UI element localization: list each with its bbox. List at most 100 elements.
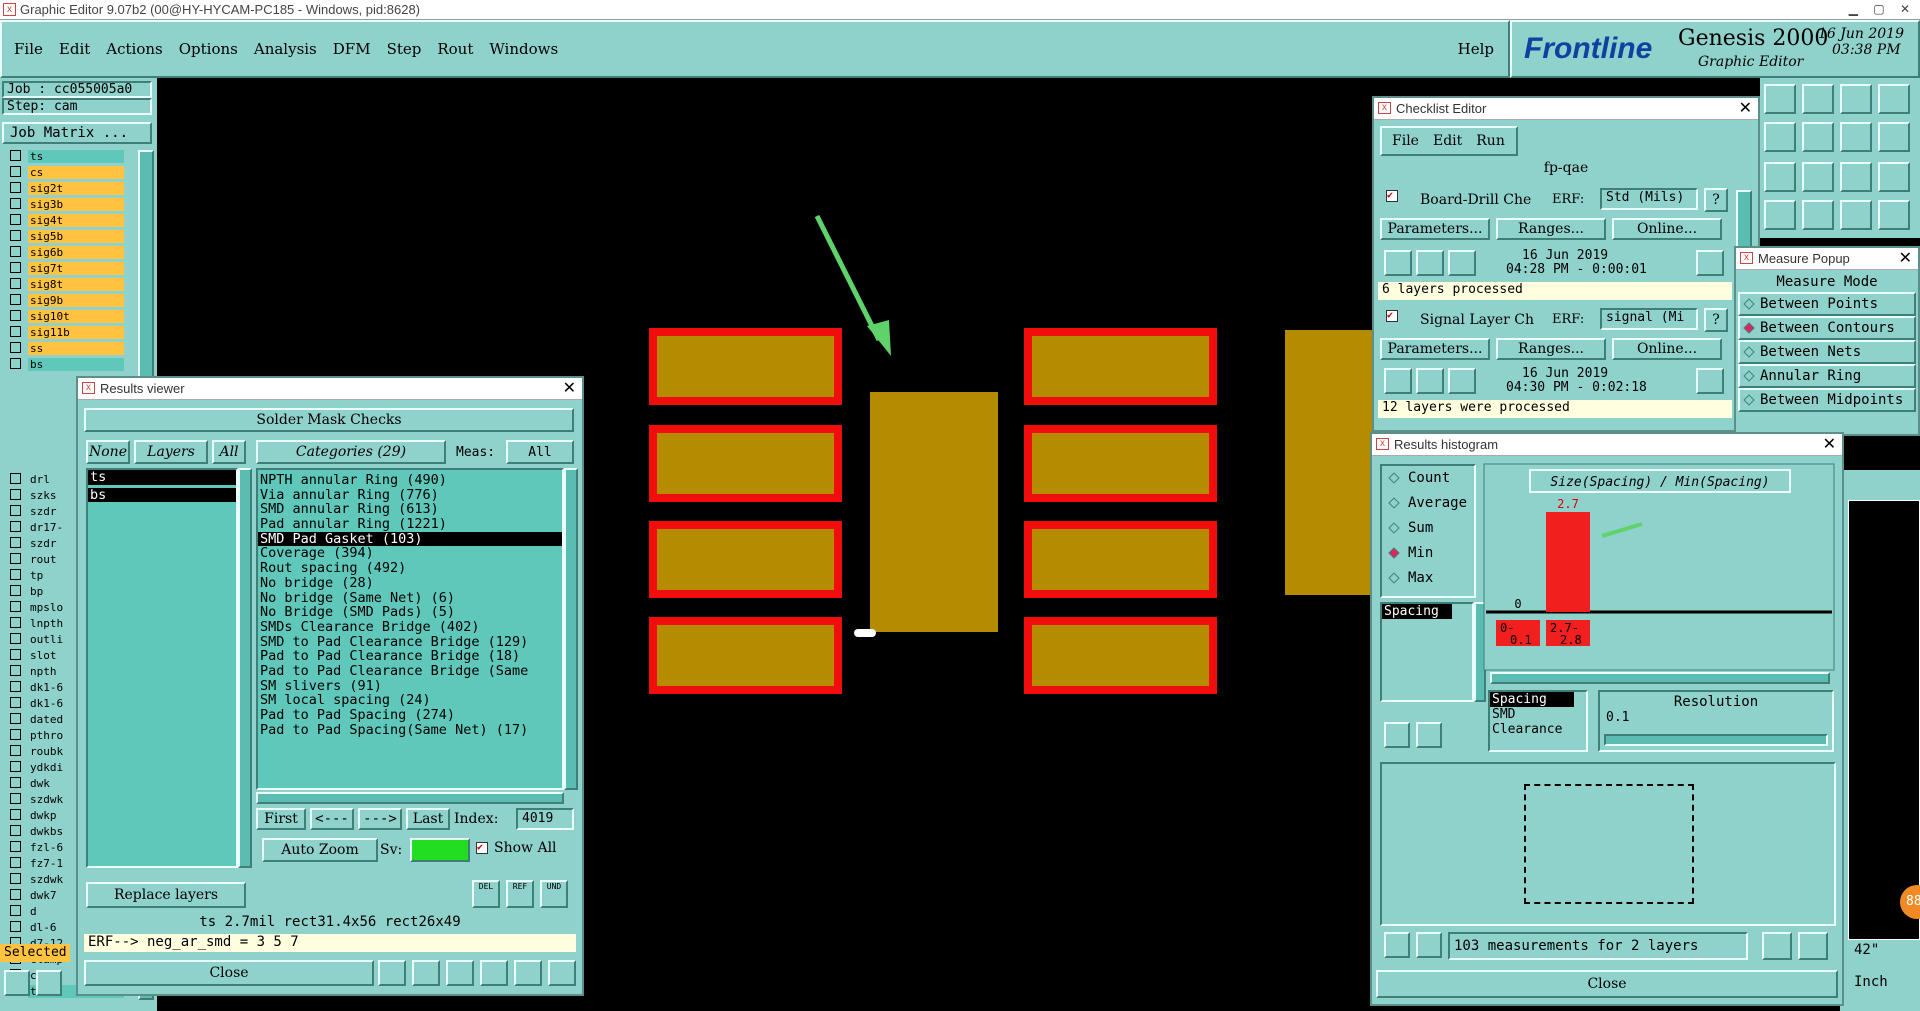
close-icon[interactable]: ✕ (563, 378, 576, 398)
layer-checkbox[interactable] (10, 246, 21, 257)
resolution-slider[interactable] (1604, 734, 1828, 746)
job-matrix-button[interactable]: Job Matrix ... (2, 122, 152, 144)
parameters-button[interactable]: Parameters... (1380, 218, 1490, 240)
layer-select-list[interactable]: ts bs (86, 468, 238, 868)
layer-checkbox[interactable] (10, 505, 21, 516)
last-button[interactable]: Last (406, 808, 450, 830)
layer-checkbox[interactable] (10, 921, 21, 932)
layer-checkbox[interactable] (10, 761, 21, 772)
layer-row[interactable]: sig4t (28, 214, 124, 227)
toolbar-icon[interactable] (1878, 162, 1910, 192)
toolbar-icon[interactable] (1764, 122, 1796, 152)
layer-checkbox[interactable] (10, 278, 21, 289)
check2-checkbox[interactable]: ✔ (1386, 310, 1398, 322)
histogram-bar[interactable] (1546, 512, 1590, 612)
layer-checkbox[interactable] (10, 569, 21, 580)
category-item[interactable]: Pad to Pad Spacing (274) (258, 708, 562, 723)
tool-icon[interactable] (1798, 932, 1828, 960)
del-icon[interactable]: DEL (472, 880, 500, 908)
layer-checkbox[interactable] (10, 198, 21, 209)
toolbar-icon[interactable] (1840, 200, 1872, 230)
layer-checkbox[interactable] (10, 905, 21, 916)
layer-checkbox[interactable] (10, 182, 21, 193)
histogram-mode[interactable]: Min (1382, 545, 1474, 570)
window-controls[interactable]: ▁ ▢ ✕ (1849, 0, 1916, 19)
category-item[interactable]: No bridge (Same Net) (6) (258, 590, 562, 606)
layer-checkbox[interactable] (10, 713, 21, 724)
layer-checkbox[interactable] (10, 553, 21, 564)
layer-checkbox[interactable] (10, 857, 21, 868)
close-icon[interactable]: ✕ (1899, 248, 1912, 268)
close-button[interactable]: Close (84, 960, 374, 986)
layer-row[interactable]: sig7t (28, 262, 124, 275)
category-item[interactable]: SMD annular Ring (613) (258, 502, 562, 517)
categories-button[interactable]: Categories (29) (256, 440, 446, 464)
close-button[interactable]: Close (1376, 970, 1838, 998)
run-icon[interactable] (1448, 368, 1476, 394)
ranges-button[interactable]: Ranges... (1496, 218, 1606, 240)
parameters-button[interactable]: Parameters... (1380, 338, 1490, 360)
measure-option[interactable]: Annular Ring (1738, 364, 1916, 388)
layer-checkbox[interactable] (10, 841, 21, 852)
next-button[interactable]: ---> (358, 808, 402, 830)
layer-checkbox[interactable] (10, 230, 21, 241)
category-item[interactable]: Via annular Ring (776) (258, 487, 562, 503)
show-all-checkbox[interactable]: ✔ (476, 842, 488, 854)
del-icon[interactable] (1384, 932, 1410, 958)
measure-option[interactable]: Between Nets (1738, 340, 1916, 364)
layer-checkbox[interactable] (10, 537, 21, 548)
category-item[interactable]: SMDs Clearance Bridge (402) (258, 620, 562, 635)
menu-run[interactable]: Run (1476, 133, 1505, 149)
close-icon[interactable]: ✕ (1823, 434, 1836, 454)
menu-help[interactable]: Help (1458, 40, 1494, 58)
layer-checkbox[interactable] (10, 633, 21, 644)
histogram-hscrollbar[interactable] (1490, 672, 1830, 684)
histogram-mode[interactable]: Max (1382, 570, 1474, 595)
first-button[interactable]: First (256, 808, 306, 830)
measure-option[interactable]: Between Points (1738, 292, 1916, 316)
layer-checkbox[interactable] (10, 262, 21, 273)
sv-color-select[interactable] (410, 838, 470, 862)
list-item[interactable]: SMD (1490, 707, 1586, 722)
histogram-list[interactable]: Spacing (1380, 602, 1474, 702)
layer-row[interactable]: sig11b (28, 326, 124, 339)
layer-checkbox[interactable] (10, 166, 21, 177)
tool-icon[interactable] (1762, 932, 1792, 960)
menu-actions[interactable]: Actions (106, 40, 162, 58)
layer-checkbox[interactable] (10, 697, 21, 708)
tool-icon[interactable] (514, 960, 542, 986)
zoom-icon[interactable] (1696, 368, 1724, 394)
layer-checkbox[interactable] (10, 665, 21, 676)
layer-checkbox[interactable] (10, 358, 21, 369)
category-item[interactable]: Pad to Pad Spacing(Same Net) (17) (258, 722, 562, 738)
meas-select[interactable]: All (506, 440, 574, 464)
zoom-icon[interactable] (1696, 250, 1724, 276)
ranges-button[interactable]: Ranges... (1496, 338, 1606, 360)
layer-row[interactable]: ts (28, 150, 124, 163)
list-item[interactable]: bs (88, 487, 236, 503)
toolbar-icon[interactable] (1840, 84, 1872, 114)
menu-dfm[interactable]: DFM (333, 40, 371, 58)
layer-checkbox[interactable] (10, 473, 21, 484)
layer-checkbox[interactable] (10, 214, 21, 225)
list-item[interactable]: ts (88, 470, 236, 485)
category-item[interactable]: SMD to Pad Clearance Bridge (129) (258, 634, 562, 650)
category-item[interactable]: NPTH annular Ring (490) (258, 473, 562, 488)
menu-file[interactable]: File (14, 40, 43, 58)
toolbar-icon[interactable] (1840, 162, 1872, 192)
undo-icon[interactable]: UND (540, 880, 568, 908)
check1-checkbox[interactable]: ✔ (1386, 190, 1398, 202)
layers-button[interactable]: Layers (134, 440, 208, 464)
layer-checkbox[interactable] (10, 777, 21, 788)
prev-button[interactable]: <--- (310, 808, 354, 830)
ref-icon[interactable]: REF (506, 880, 534, 908)
category-scrollbar[interactable] (564, 468, 578, 790)
layer-checkbox[interactable] (10, 729, 21, 740)
layer-checkbox[interactable] (10, 745, 21, 756)
histogram-list-2[interactable]: Spacing SMD Clearance (1488, 690, 1588, 752)
category-item[interactable]: Coverage (394) (258, 546, 562, 561)
layer-checkbox[interactable] (10, 521, 21, 532)
tool-icon[interactable] (412, 960, 440, 986)
layer-row[interactable]: sig3b (28, 198, 124, 211)
run-icon[interactable] (1416, 368, 1444, 394)
